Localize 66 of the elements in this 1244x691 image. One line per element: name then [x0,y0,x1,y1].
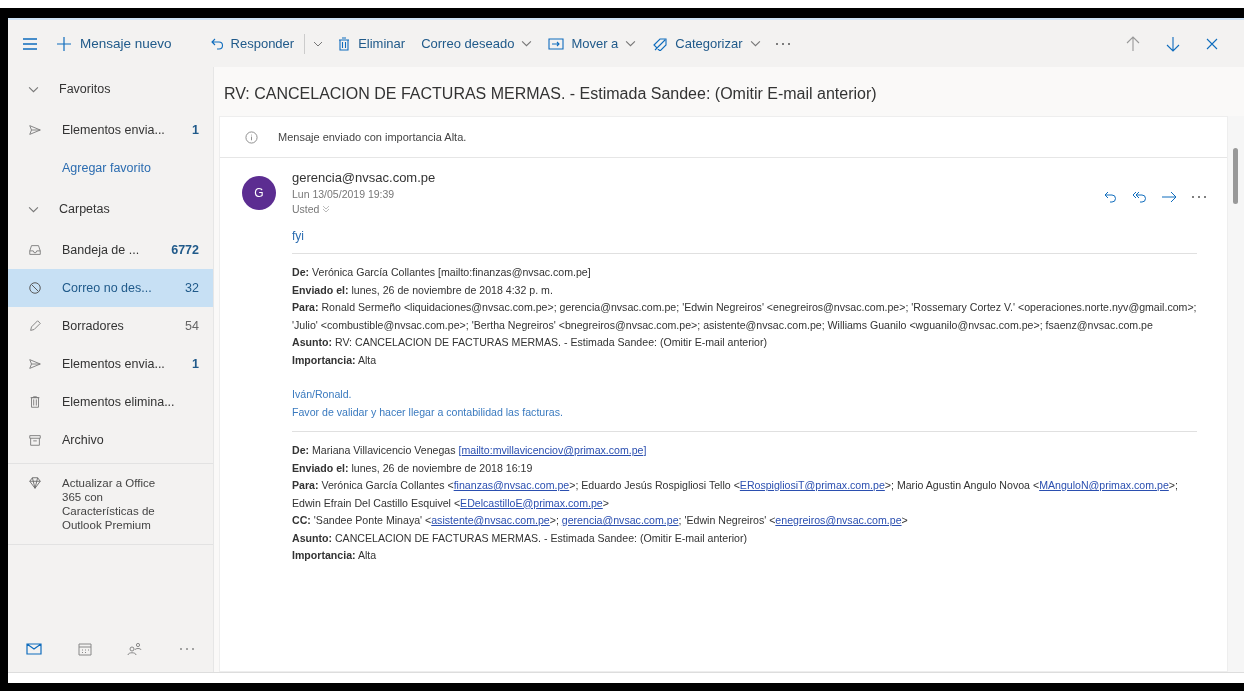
send-icon [28,123,42,137]
email-subject: RV: CANCELACION DE FACTURAS MERMAS. - Estimada Sandee: (Omitir E-mail anterior) [223,84,878,104]
toolbar-button[interactable]: Correo deseado [415,32,539,55]
plus-icon [56,35,72,52]
email-link[interactable]: finanzas@nvsac.com.pe [453,479,570,491]
header-line: Para: Verónica García Collantes <finanzas@nvsac.com.pe>; Eduardo Jesús Rospigliosi Tello <ERospigliosiT@primax.com.pe>; Mario Agustin Angulo Novoa <MAnguloN@primax.com.pe>; Edwin Efrain Del Castillo Esquivel <EDelcastilloE@primax.com.pe> [292,478,1179,511]
folder-item[interactable]: Correo no des... 32 [8,269,213,307]
folder-item[interactable]: Elementos envia... 1 [8,111,213,149]
folder-item[interactable]: Archivo [8,421,213,459]
sender-address: gerencia@nvsac.com.pe [292,170,436,185]
email-link[interactable]: ERospigliosiT@primax.com.pe [739,479,885,491]
email-link[interactable]: gerencia@nvsac.com.pe [561,514,679,526]
email-link[interactable]: [mailto:mvillavicenciov@primax.com.pe] [458,444,647,456]
chevron-down-icon [28,85,39,93]
blocked-icon [28,281,42,295]
message-date: Lun 13/05/2019 19:39 [292,188,395,200]
chevron-down-icon [625,40,637,47]
header-line: De: Mariana Villavicencio Venegas [mailto:mvillavicenciov@primax.com.pe] [292,443,648,458]
add-favorite-link[interactable]: Agregar favorito [8,149,213,187]
header-line: Importancia: Alta [292,352,378,368]
header-line: CC: 'Sandee Ponte Minaya' <asistente@nvsac.com.pe>; gerencia@nvsac.com.pe; 'Edwin Negreiros' <enegreiros@nvsac.com.pe> [292,513,909,528]
toolbar-button[interactable]: Mover a [542,32,643,55]
email-link[interactable]: MAnguloN@primax.com.pe [1039,479,1169,491]
inbox-icon [28,243,42,257]
chevron-down-icon [749,40,761,47]
move-icon [548,36,565,51]
header-line: Asunto: RV: CANCELACION DE FACTURAS MERMAS. - Estimada Sandee: (Omitir E-mail anterior) [292,335,769,350]
header-line: Para: Ronald Sermeño <liquidaciones@nvsac.com.pe>; gerencia@nvsac.com.pe; 'Edwin Negreiros' <enegreiros@nvsac.com.pe>; 'Rossemary Cortez V.' <operaciones.norte.nyv@gmail.com>; 'Julio' <combustible@nvsac.com.pe>; 'Bertha Negreiros' <bnegreiros@nvsac.com.pe>; asistente@nvsac.com.pe; Williams Guanilo <wguanilo@nvsac.com.pe>; fsaenz@nvsac.com.pe [292,300,1197,333]
chevron-down-icon [28,205,39,213]
trash-icon [28,395,42,409]
message-text: Iván/Ronald. [292,387,353,402]
email-link[interactable]: EDelcastilloE@primax.com.pe [460,496,603,509]
toolbar-button[interactable]: Eliminar [331,32,412,55]
archive-icon [28,433,42,447]
toolbar-button[interactable]: Categorizar [646,32,767,55]
header-line: De: Verónica García Collantes [mailto:finanzas@nvsac.com.pe] [292,265,592,280]
diamond-icon [28,476,42,490]
chevron-down-icon [322,205,331,213]
tag-icon [652,36,669,51]
scrollbar[interactable] [1228,116,1244,672]
favorites-heading[interactable]: Favoritos [8,67,213,111]
folder-item[interactable]: Elementos elimina... [8,383,213,421]
importance-notice: Mensaje enviado con importancia Alta. [278,131,467,143]
upgrade-link[interactable]: Actualizar a Office 365 con Características de Outlook Premium [62,476,172,532]
avatar: G [242,176,276,210]
pencil-icon [28,319,42,333]
email-link[interactable]: asistente@nvsac.com.pe [431,514,550,526]
info-icon [245,130,258,144]
send-icon [28,357,42,371]
folder-item[interactable]: Elementos envia... 1 [8,345,213,383]
header-line: Enviado el: lunes, 26 de noviembre de 2018 16:19 [292,460,534,476]
toolbar-button[interactable]: Responder [203,32,301,55]
header-line: Enviado el: lunes, 26 de noviembre de 2018 4:32 p. m. [292,282,554,298]
recipient-toggle[interactable]: Usted [292,203,331,215]
trash-icon [337,36,352,51]
reply-icon [209,36,224,51]
new-message-button[interactable]: Mensaje nuevo [50,31,178,56]
header-line: Importancia: Alta [292,548,378,563]
folder-item[interactable]: Bandeja de ... 6772 [8,231,213,269]
message-text: fyi [292,229,305,243]
folders-heading[interactable]: Carpetas [8,187,213,231]
chevron-down-icon [521,40,533,47]
header-line: Asunto: CANCELACION DE FACTURAS MERMAS. - Estimada Sandee: (Omitir E-mail anterior) [292,530,749,546]
message-text: Favor de validar y hacer llegar a contabilidad las facturas. [292,404,564,420]
folder-item[interactable]: Borradores 54 [8,307,213,345]
email-link[interactable]: enegreiros@nvsac.com.pe [775,514,902,526]
